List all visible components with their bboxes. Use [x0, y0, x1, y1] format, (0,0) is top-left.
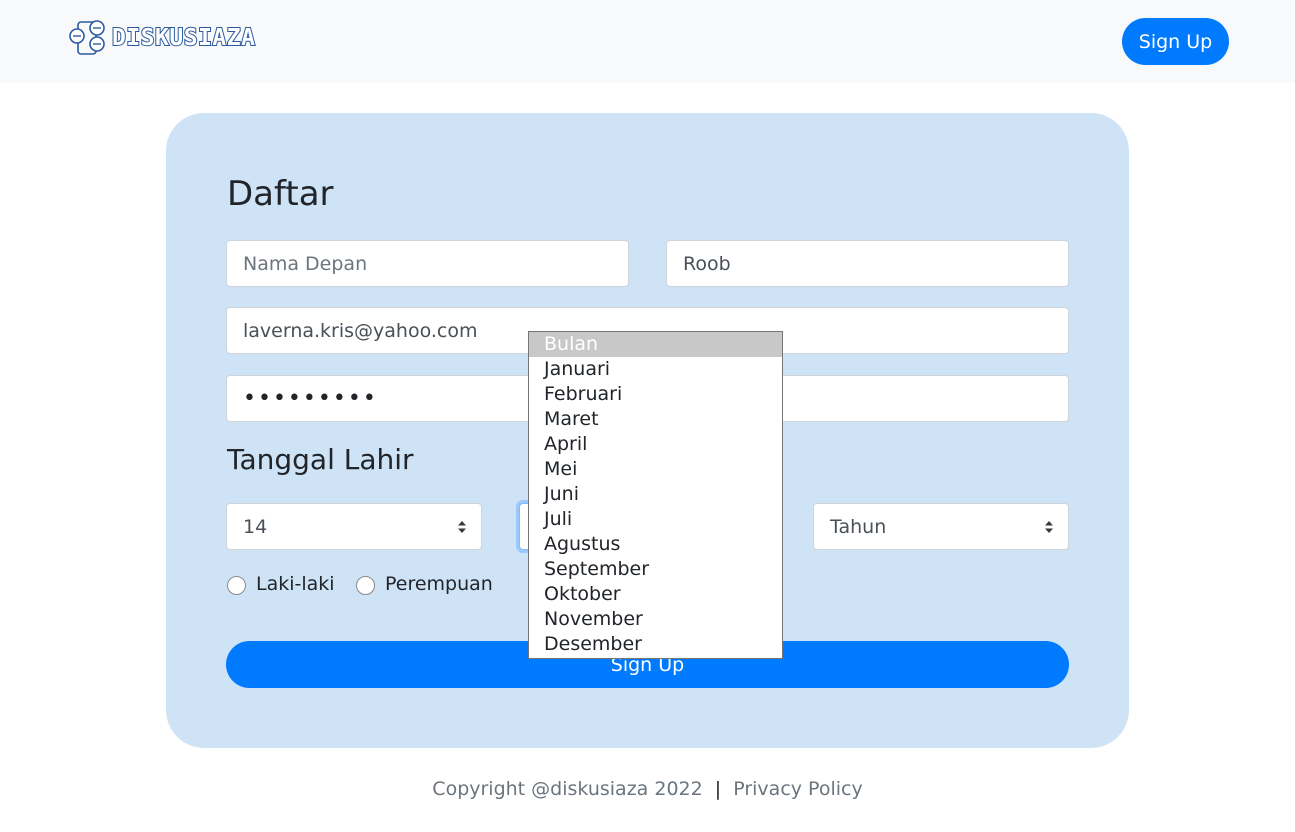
month-option[interactable]: Juli	[529, 507, 782, 532]
month-dropdown-list[interactable]: Bulan Januari Februari Maret April Mei J…	[528, 331, 783, 659]
brand-name: DISKUSIAZA	[111, 24, 256, 52]
footer-copyright: Copyright @diskusiaza 2022	[432, 778, 703, 800]
privacy-policy-link[interactable]: Privacy Policy	[733, 778, 862, 800]
month-option[interactable]: September	[529, 557, 782, 582]
month-option[interactable]: Januari	[529, 357, 782, 382]
footer: Copyright @diskusiaza 2022 | Privacy Pol…	[0, 778, 1295, 800]
select-arrows-icon	[458, 521, 466, 533]
gender-male-label[interactable]: Laki-laki	[256, 573, 335, 595]
month-option[interactable]: Oktober	[529, 582, 782, 607]
footer-separator: |	[714, 778, 722, 800]
gender-female-radio[interactable]	[356, 576, 375, 595]
month-option[interactable]: Agustus	[529, 532, 782, 557]
month-option[interactable]: November	[529, 607, 782, 632]
day-value: 14	[243, 515, 268, 538]
last-name-input[interactable]: Roob	[666, 240, 1069, 287]
select-arrows-icon	[1045, 521, 1053, 533]
form-title: Daftar	[227, 174, 334, 214]
first-name-input[interactable]: Nama Depan	[226, 240, 629, 287]
day-select[interactable]: 14	[226, 503, 482, 550]
nav-signup-button[interactable]: Sign Up	[1122, 18, 1229, 65]
dob-title: Tanggal Lahir	[227, 443, 414, 476]
first-name-placeholder: Nama Depan	[243, 252, 368, 275]
month-option[interactable]: Bulan	[529, 332, 782, 357]
month-option[interactable]: April	[529, 432, 782, 457]
chat-bubbles-icon	[68, 19, 106, 57]
email-value: laverna.kris@yahoo.com	[243, 319, 478, 342]
password-value: •••••••••	[243, 386, 378, 411]
month-option[interactable]: Februari	[529, 382, 782, 407]
brand-logo[interactable]: DISKUSIAZA	[68, 19, 256, 57]
year-value: Tahun	[830, 515, 887, 538]
month-option[interactable]: Juni	[529, 482, 782, 507]
navbar: DISKUSIAZA Sign Up	[0, 0, 1295, 83]
month-option[interactable]: Desember	[529, 632, 782, 657]
last-name-value: Roob	[683, 252, 731, 275]
month-option[interactable]: Maret	[529, 407, 782, 432]
year-select[interactable]: Tahun	[813, 503, 1069, 550]
month-option[interactable]: Mei	[529, 457, 782, 482]
gender-male-radio[interactable]	[227, 576, 246, 595]
gender-female-label[interactable]: Perempuan	[385, 573, 493, 595]
